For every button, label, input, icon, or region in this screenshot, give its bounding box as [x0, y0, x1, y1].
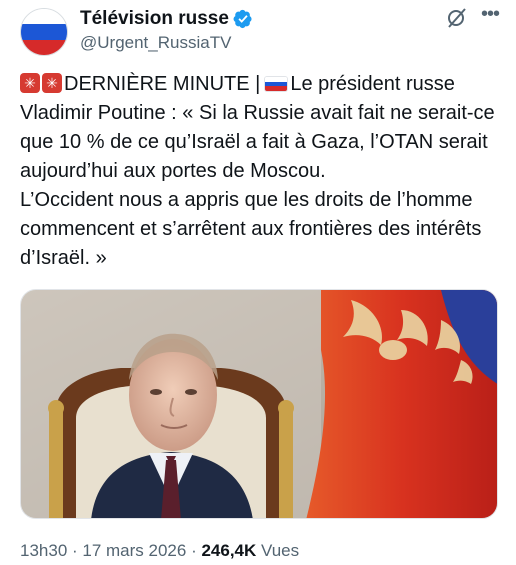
siren-emoji-icon: [20, 73, 40, 93]
meta-separator: ·: [67, 541, 83, 560]
meta-separator: ·: [186, 541, 202, 560]
views-label: Vues: [256, 541, 300, 560]
account-avatar[interactable]: [20, 8, 68, 56]
more-options-icon[interactable]: •••: [478, 4, 502, 28]
account-display-name[interactable]: Télévision russe: [80, 8, 229, 30]
views-count[interactable]: 246,4K: [201, 541, 256, 560]
name-row: Télévision russe: [80, 8, 253, 30]
russia-flag-emoji-icon: [264, 76, 289, 92]
verified-badge-icon: [233, 9, 252, 29]
siren-emoji-icon: [42, 73, 62, 93]
account-handle[interactable]: @Urgent_RussiaTV: [80, 33, 231, 53]
media-illustration: [21, 290, 497, 518]
breaking-label: DERNIÈRE MINUTE |: [64, 73, 261, 95]
tweet-metadata: 13h30 · 17 mars 2026 · 246,4K Vues: [20, 541, 299, 561]
tweet-date[interactable]: 17 mars 2026: [82, 541, 186, 560]
tweet-text: DERNIÈRE MINUTE |Le président russe Vlad…: [20, 70, 502, 273]
tweet-time[interactable]: 13h30: [20, 541, 67, 560]
tweet-media-image[interactable]: [20, 289, 498, 519]
grok-icon[interactable]: [445, 6, 469, 30]
tweet-text-part2: L’Occident nous a appris que les droits …: [20, 189, 482, 269]
tweet: Télévision russe @Urgent_RussiaTV ••• DE…: [0, 0, 516, 565]
